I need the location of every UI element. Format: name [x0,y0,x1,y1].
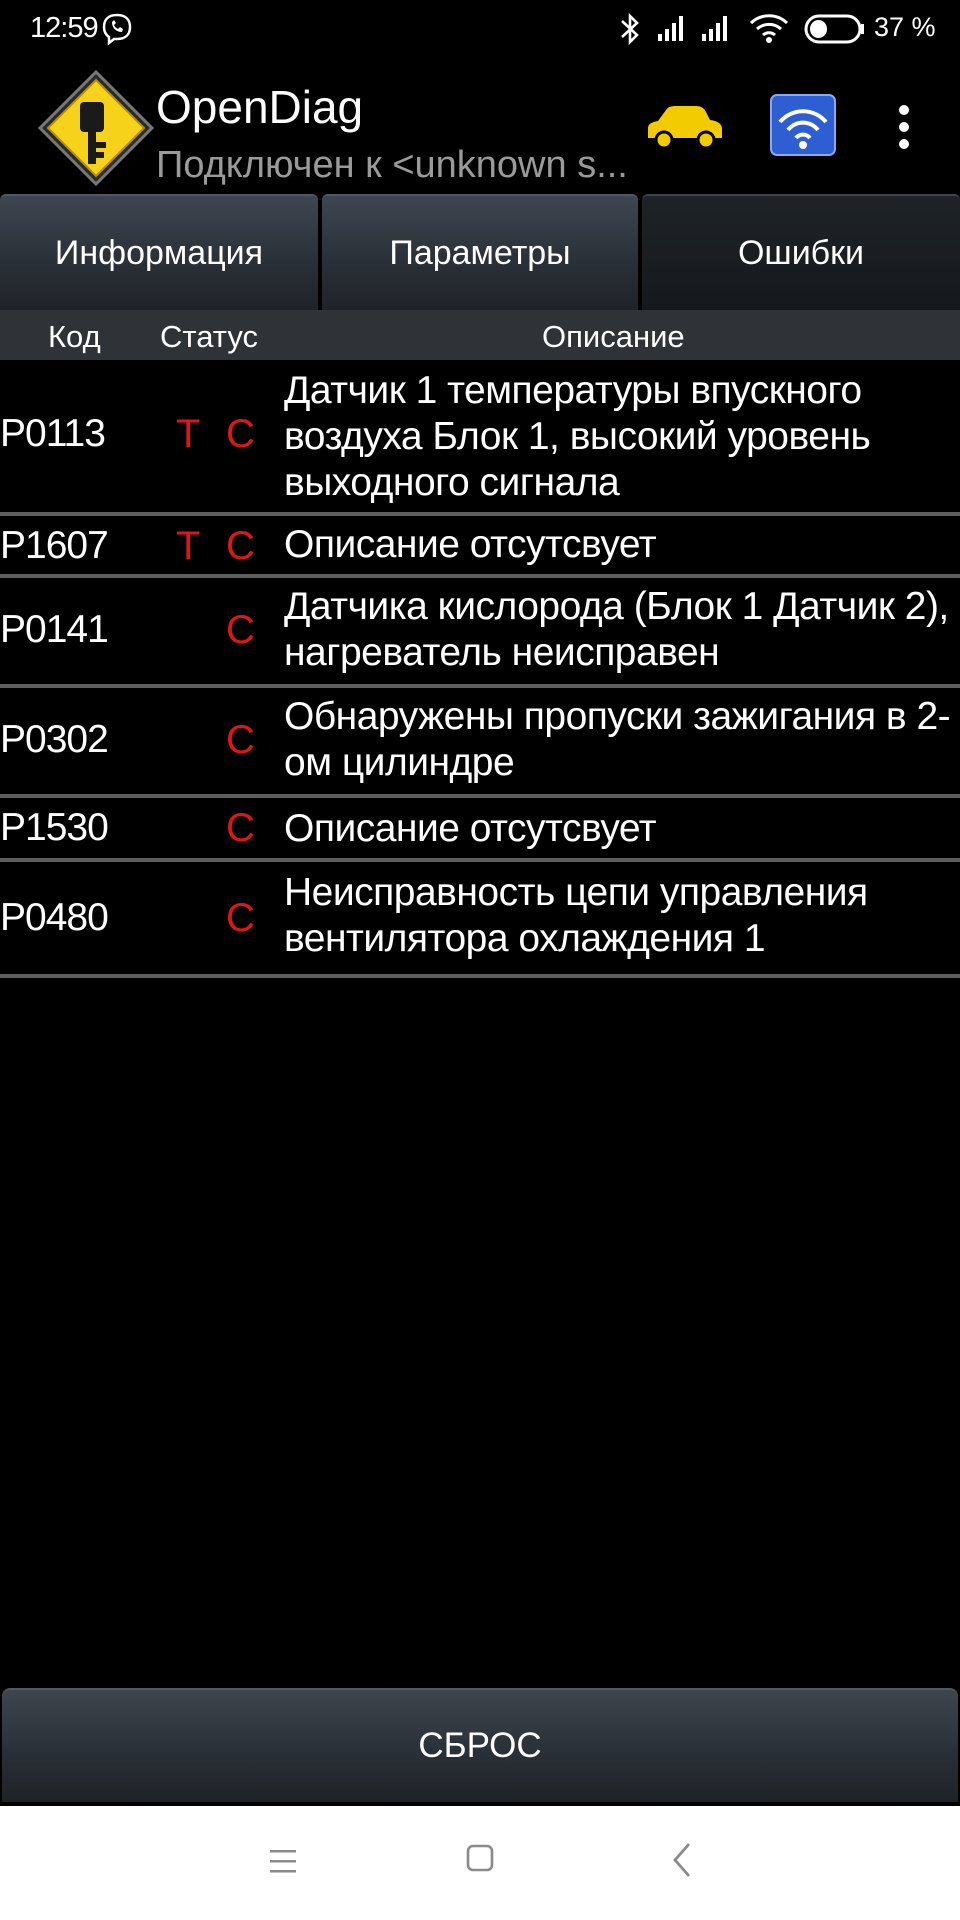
table-row[interactable]: P1607 T C Описание отсутсвует [0,516,960,578]
error-description: Неисправность цепи управления вентилятор… [284,871,868,960]
error-code: P0113 [0,412,106,455]
column-header-description: Описание [542,319,685,354]
status-temporary: T [176,412,201,456]
error-description: Описание отсутсвует [284,807,657,850]
table-header: Код Статус Описание [0,310,960,360]
recents-menu-icon[interactable] [268,1846,298,1876]
wifi-icon [749,14,789,43]
status-current: C [226,718,255,762]
status-current: C [226,608,255,652]
tab-bar: Информация Параметры Ошибки [0,194,960,310]
table-row[interactable]: P1530 C Описание отсутсвует [0,798,960,862]
navigation-bar [0,1806,960,1920]
tab-errors[interactable]: Ошибки [642,194,960,310]
signal-icon [658,16,683,41]
error-code: P1530 [0,806,109,849]
home-icon[interactable] [466,1844,494,1872]
column-header-code: Код [48,319,101,354]
table-row[interactable]: P0480 C Неисправность цепи управления ве… [0,862,960,978]
column-header-status: Статус [160,319,258,354]
status-bar: 12:59 37 % [0,0,960,60]
signal-icon [702,16,727,41]
app-logo-icon [37,69,155,187]
app-title: OpenDiag [156,81,364,133]
back-icon[interactable] [672,1842,692,1878]
table-row[interactable]: P0113 T C Датчик 1 температуры впускного… [0,360,960,516]
error-code: P0141 [0,608,109,651]
battery-icon [804,14,864,44]
status-current: C [226,412,255,456]
battery-percent: 37 % [874,12,936,42]
viber-icon [102,13,132,46]
tab-parameters[interactable]: Параметры [322,194,638,310]
error-code: P0480 [0,896,109,939]
table-row[interactable]: P0302 C Обнаружены пропуски зажигания в … [0,688,960,798]
status-current: C [226,806,255,850]
more-vert-icon[interactable] [892,104,916,150]
table-row[interactable]: P0141 C Датчика кислорода (Блок 1 Датчик… [0,578,960,688]
reset-button[interactable]: СБРОС [2,1688,958,1802]
error-description: Датчик 1 температуры впускного воздуха Б… [284,369,871,504]
tab-information[interactable]: Информация [0,194,318,310]
status-current: C [226,524,255,568]
car-icon[interactable] [644,104,724,150]
bluetooth-icon [621,12,639,46]
status-temporary: T [176,524,201,568]
status-current: C [226,896,255,940]
connection-status: Подключен к <unknown s... [156,144,628,186]
error-code: P1607 [0,524,109,567]
error-code: P0302 [0,718,109,761]
status-time: 12:59 [30,12,99,44]
error-description: Описание отсутсвует [284,523,657,566]
error-description: Датчика кислорода (Блок 1 Датчик 2), наг… [284,585,949,674]
app-bar: OpenDiag Подключен к <unknown s... [0,60,960,190]
error-description: Обнаружены пропуски зажигания в 2-ом цил… [284,695,951,784]
elm327-wifi-icon[interactable] [770,94,836,156]
